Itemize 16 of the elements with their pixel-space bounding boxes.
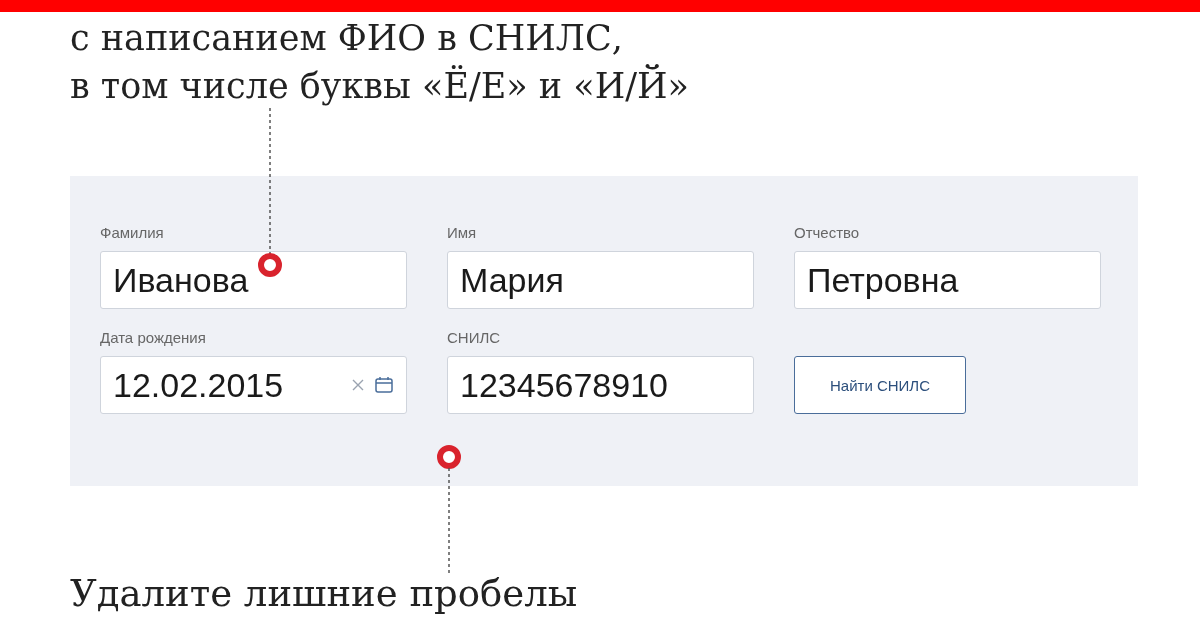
input-field[interactable]: Иванова	[100, 251, 407, 309]
caption: Удалите лишние пробелы	[70, 572, 579, 615]
field-label: Фамилия	[100, 224, 165, 241]
heading-line: в том числе буквы «Ё/Е» и «И/Й»	[70, 63, 690, 108]
field-label: Дата рождения	[100, 329, 207, 346]
field-label: СНИЛС	[447, 329, 502, 346]
field-label: Отчество	[794, 224, 861, 241]
input-field[interactable]: 12345678910	[447, 356, 754, 414]
clear-icon[interactable]	[350, 377, 366, 393]
find-button[interactable]: Найти СНИЛС	[794, 356, 966, 414]
heading-line: с написанием ФИО в СНИЛС,	[70, 17, 624, 60]
input-field[interactable]: 12.02.2015	[100, 356, 407, 414]
input-field[interactable]: Петровна	[794, 251, 1101, 309]
input-field[interactable]: Мария	[447, 251, 754, 309]
field-label: Имя	[447, 224, 478, 241]
calendar-icon[interactable]	[374, 375, 394, 395]
